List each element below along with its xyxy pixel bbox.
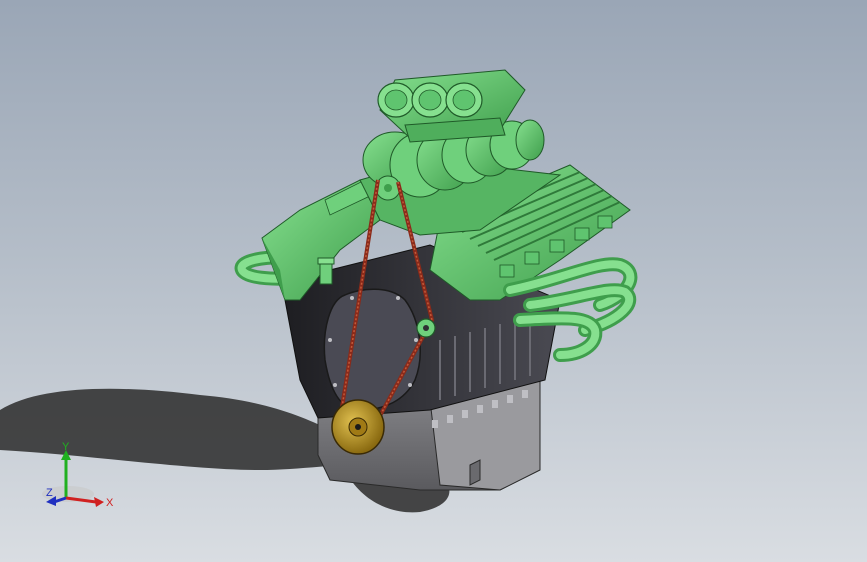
idler-pulley[interactable]: [416, 318, 436, 338]
y-axis-label: Y: [62, 441, 70, 453]
3d-viewport[interactable]: Y X Z: [0, 0, 867, 562]
air-scoop[interactable]: [377, 69, 526, 143]
orientation-triad[interactable]: Y X Z: [36, 440, 126, 520]
oil-filler-cap[interactable]: [317, 257, 335, 285]
x-axis-label: X: [106, 497, 114, 509]
timing-cover[interactable]: [323, 288, 421, 411]
x-axis-head: [94, 497, 104, 507]
engine-model[interactable]: [0, 0, 867, 562]
z-axis-label: Z: [46, 487, 53, 499]
crank-pulley[interactable]: [331, 399, 385, 455]
